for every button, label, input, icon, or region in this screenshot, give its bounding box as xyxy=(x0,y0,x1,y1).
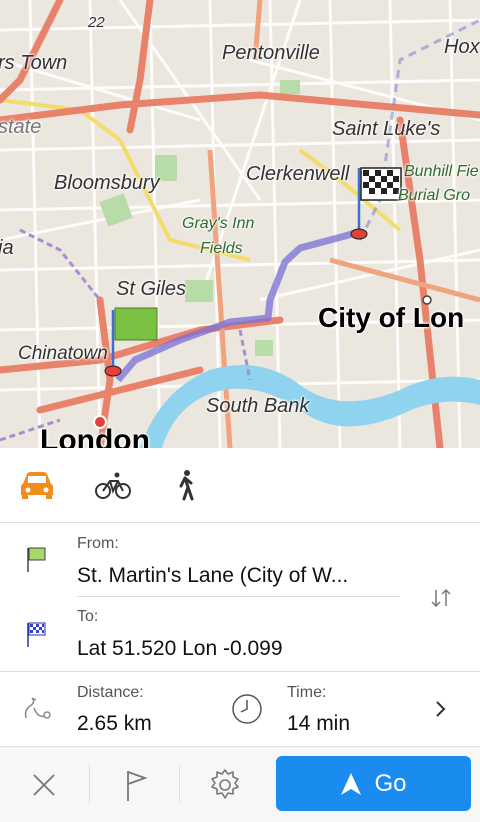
map-label-town: rs Town xyxy=(0,52,68,74)
toolbar-separator xyxy=(179,765,180,803)
map-label-bunhill: Bunhill Fie xyxy=(404,163,479,180)
go-button-label: Go xyxy=(374,769,407,797)
from-row[interactable]: From: St. Martin's Lane (City of W... xyxy=(0,522,480,596)
car-icon xyxy=(21,472,53,499)
map-label-hoxton: Hox xyxy=(444,36,480,58)
map-label-city-of-london: City of Lon xyxy=(318,302,465,333)
bicycle-mode-button[interactable] xyxy=(93,468,133,502)
route-distance-icon xyxy=(24,697,51,719)
map-label-grays-inn: Gray's Inn xyxy=(182,215,255,232)
flag-icon xyxy=(127,771,148,801)
pedestrian-icon xyxy=(179,470,194,501)
waypoint-flag-button[interactable] xyxy=(116,765,156,805)
clock-icon xyxy=(232,694,262,724)
distance-value: 2.65 km xyxy=(77,712,152,735)
from-label: From: xyxy=(77,535,119,552)
to-label: To: xyxy=(77,608,99,625)
map-road-number: 22 xyxy=(88,14,105,31)
toolbar-separator xyxy=(89,765,90,803)
from-value[interactable]: St. Martin's Lane (City of W... xyxy=(77,564,348,588)
car-mode-button[interactable] xyxy=(17,468,57,502)
map-label-bloomsbury: Bloomsbury xyxy=(54,172,160,194)
route-panel: From: St. Martin's Lane (City of W... To… xyxy=(0,448,480,822)
time-value: 14 min xyxy=(287,712,351,735)
to-value[interactable]: Lat 51.520 Lon -0.099 xyxy=(77,637,283,661)
to-row[interactable]: To: Lat 51.520 Lon -0.099 xyxy=(0,597,480,671)
map-label-ia: ia xyxy=(0,237,14,259)
map-label-pentonville: Pentonville xyxy=(222,42,320,64)
close-icon xyxy=(33,774,55,796)
start-flag-icon xyxy=(27,547,46,572)
time-label: Time: xyxy=(287,684,327,701)
go-button[interactable]: Go xyxy=(276,756,471,811)
close-button[interactable] xyxy=(24,765,64,805)
chevron-right-icon[interactable] xyxy=(434,699,448,719)
distance-label: Distance: xyxy=(77,684,144,701)
map-label-st-giles: St Giles xyxy=(116,278,187,300)
route-summary-row[interactable]: Distance: 2.65 km Time: 14 min xyxy=(0,672,480,746)
bottom-toolbar: Go xyxy=(0,746,480,822)
map-label-south-bank: South Bank xyxy=(206,395,310,417)
map-label-saint-lukes: Saint Luke's xyxy=(332,118,441,140)
map-label-london: London xyxy=(40,424,150,448)
finish-flag-icon xyxy=(27,622,46,647)
gear-icon xyxy=(211,769,239,799)
transport-mode-bar xyxy=(0,448,480,523)
map-label-clerkenwell: Clerkenwell xyxy=(246,163,350,185)
navigation-arrow-icon xyxy=(341,772,362,795)
walk-mode-button[interactable] xyxy=(166,468,206,502)
bicycle-icon xyxy=(95,472,131,499)
map-label-burial: Burial Gro xyxy=(398,187,471,204)
settings-button[interactable] xyxy=(205,765,245,805)
map-label-chinatown: Chinatown xyxy=(18,343,108,364)
map-label-fields: Fields xyxy=(200,240,243,257)
map-label-estate: state xyxy=(0,116,42,138)
map-view[interactable]: 22 Pentonville Hox rs Town state Saint L… xyxy=(0,0,480,448)
